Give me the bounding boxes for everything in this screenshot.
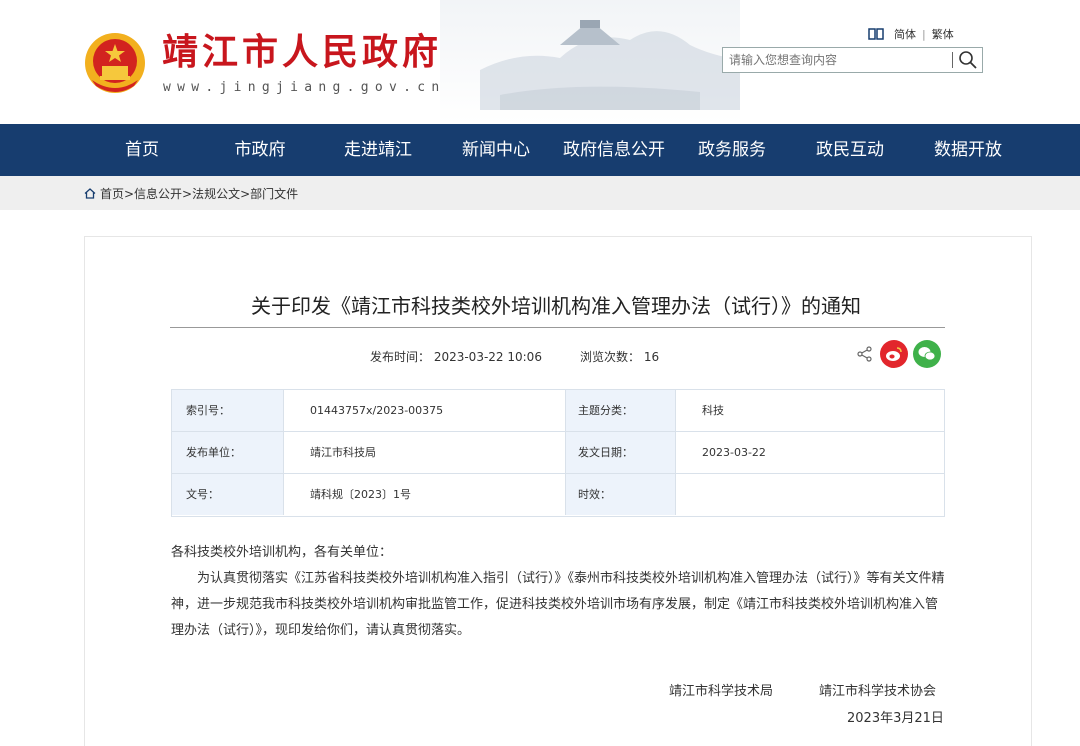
nav-city-government[interactable]: 市政府 bbox=[205, 124, 315, 176]
signer-science-association: 靖江市科学技术协会 bbox=[819, 684, 937, 699]
lang-simplified-link[interactable]: 简体 bbox=[894, 26, 916, 42]
landmark-illustration bbox=[440, 0, 740, 124]
issue-date-value: 2023-03-22 bbox=[675, 432, 944, 473]
site-url: www.jingjiang.gov.cn bbox=[163, 80, 446, 95]
issuer-value: 靖江市科技局 bbox=[283, 432, 565, 473]
breadcrumb: 首页>信息公开>法规公文>部门文件 bbox=[84, 185, 298, 202]
breadcrumb-path[interactable]: 首页>信息公开>法规公文>部门文件 bbox=[100, 185, 298, 202]
breadcrumb-bar: 首页>信息公开>法规公文>部门文件 bbox=[0, 176, 1080, 210]
nav-open-data[interactable]: 数据开放 bbox=[913, 124, 1023, 176]
info-row: 索引号： 01443757x/2023-00375 主题分类： 科技 bbox=[172, 390, 944, 432]
view-count: 浏览次数： 16 bbox=[580, 350, 660, 364]
validity-value bbox=[675, 474, 944, 515]
weibo-share-button[interactable] bbox=[880, 340, 908, 368]
language-switcher: 简体 | 繁体 bbox=[868, 26, 954, 42]
search-divider bbox=[952, 52, 953, 68]
salutation: 各科技类校外培训机构，各有关单位： bbox=[171, 545, 393, 560]
body-paragraph: 为认真贯彻落实《江苏省科技类校外培训机构准入指引（试行）》《泰州市科技类校外培训… bbox=[171, 571, 945, 638]
topic-category-label: 主题分类： bbox=[565, 390, 675, 431]
title-divider bbox=[170, 327, 945, 328]
index-number-label: 索引号： bbox=[172, 390, 283, 431]
article-title: 关于印发《靖江市科技类校外培训机构准入管理办法（试行）》的通知 bbox=[251, 294, 861, 318]
info-row: 发布单位： 靖江市科技局 发文日期： 2023-03-22 bbox=[172, 432, 944, 474]
document-info-table: 索引号： 01443757x/2023-00375 主题分类： 科技 发布单位：… bbox=[171, 389, 945, 517]
index-number-value: 01443757x/2023-00375 bbox=[283, 390, 565, 431]
info-row: 文号： 靖科规〔2023〕1号 时效： bbox=[172, 474, 944, 516]
signature-date: 2023年3月21日 bbox=[847, 711, 944, 726]
home-icon bbox=[84, 188, 96, 199]
weibo-icon bbox=[886, 347, 902, 361]
main-nav: 首页 市政府 走进靖江 新闻中心 政府信息公开 政务服务 政民互动 数据开放 bbox=[0, 124, 1080, 176]
national-emblem-icon bbox=[85, 33, 145, 93]
issue-date-label: 发文日期： bbox=[565, 432, 675, 473]
wechat-share-button[interactable] bbox=[913, 340, 941, 368]
share-icon[interactable] bbox=[856, 345, 874, 363]
site-header: 靖江市人民政府 www.jingjiang.gov.cn 简体 | 繁体 bbox=[0, 0, 1080, 124]
nav-home[interactable]: 首页 bbox=[87, 124, 197, 176]
article-body: 各科技类校外培训机构，各有关单位： 为认真贯彻落实《江苏省科技类校外培训机构准入… bbox=[171, 540, 947, 644]
lang-separator: | bbox=[922, 27, 926, 41]
lang-traditional-link[interactable]: 繁体 bbox=[932, 26, 954, 42]
search-input[interactable] bbox=[723, 48, 951, 72]
nav-news-center[interactable]: 新闻中心 bbox=[441, 124, 551, 176]
search-icon[interactable] bbox=[955, 49, 981, 71]
document-number-value: 靖科规〔2023〕1号 bbox=[283, 474, 565, 515]
validity-label: 时效： bbox=[565, 474, 675, 515]
search-box bbox=[722, 47, 983, 73]
nav-gov-services[interactable]: 政务服务 bbox=[677, 124, 787, 176]
topic-category-value: 科技 bbox=[675, 390, 944, 431]
nav-public-interaction[interactable]: 政民互动 bbox=[795, 124, 905, 176]
book-icon bbox=[868, 28, 884, 40]
signer-science-bureau: 靖江市科学技术局 bbox=[669, 684, 774, 699]
nav-about-jingjiang[interactable]: 走进靖江 bbox=[323, 124, 433, 176]
publish-time: 发布时间： 2023-03-22 10:06 bbox=[370, 350, 542, 364]
issuer-label: 发布单位： bbox=[172, 432, 283, 473]
wechat-icon bbox=[918, 347, 936, 361]
site-title[interactable]: 靖江市人民政府 bbox=[162, 34, 442, 70]
document-number-label: 文号： bbox=[172, 474, 283, 515]
nav-gov-info-disclosure[interactable]: 政府信息公开 bbox=[559, 124, 669, 176]
